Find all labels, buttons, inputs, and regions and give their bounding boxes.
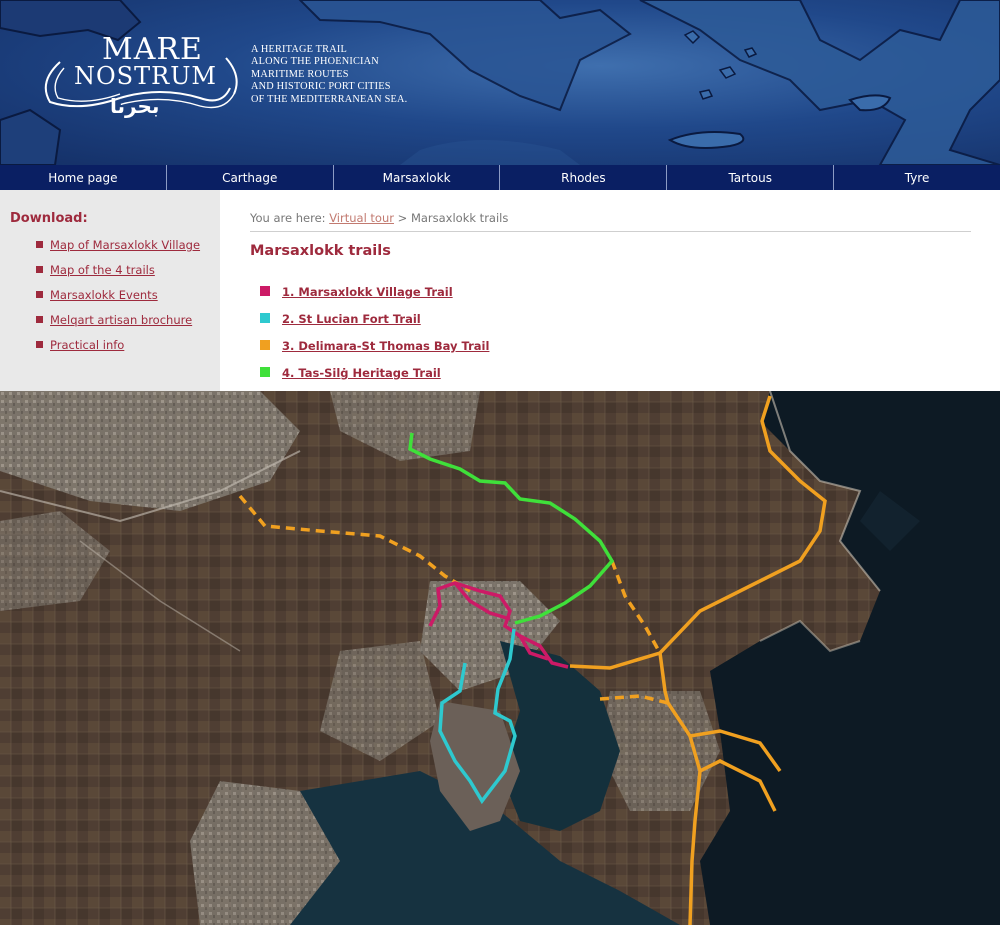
trail-link-delimara[interactable]: 3. Delimara-St Thomas Bay Trail [282, 339, 489, 353]
bullet-square-icon [36, 341, 43, 348]
download-link-events[interactable]: Marsaxlokk Events [50, 288, 158, 302]
nav-item-rhodes[interactable]: Rhodes [500, 165, 668, 190]
download-list: Map of Marsaxlokk Village Map of the 4 t… [36, 238, 200, 363]
mare-nostrum-logo[interactable]: MARE NOSTRUM بحرنا [38, 32, 243, 127]
breadcrumb-current: Marsaxlokk trails [410, 211, 509, 225]
trail-item: 1. Marsaxlokk Village Trail [260, 285, 489, 312]
download-item: Map of the 4 trails [36, 263, 200, 288]
tagline-line: OF THE MEDITERRANEAN SEA. [251, 93, 408, 105]
breadcrumb-prefix: You are here: [250, 211, 330, 225]
satellite-trail-map[interactable] [0, 391, 1000, 925]
download-link-practical-info[interactable]: Practical info [50, 338, 124, 352]
logo-text-arabic: بحرنا [110, 94, 160, 118]
download-link-trails-map[interactable]: Map of the 4 trails [50, 263, 155, 277]
trail-list: 1. Marsaxlokk Village Trail 2. St Lucian… [260, 285, 489, 393]
trail-link-tas-silg[interactable]: 4. Tas-Silġ Heritage Trail [282, 366, 441, 380]
bullet-square-icon [36, 291, 43, 298]
download-item: Melqart artisan brochure [36, 313, 200, 338]
trail-color-square-icon [260, 340, 270, 350]
breadcrumb-link-virtual-tour[interactable]: Virtual tour [329, 211, 394, 225]
nav-item-tyre[interactable]: Tyre [834, 165, 1000, 190]
download-item: Marsaxlokk Events [36, 288, 200, 313]
tagline-line: MARITIME ROUTES [251, 68, 349, 80]
trail-color-square-icon [260, 367, 270, 377]
bullet-square-icon [36, 316, 43, 323]
trail-item: 3. Delimara-St Thomas Bay Trail [260, 339, 489, 366]
nav-item-carthage[interactable]: Carthage [167, 165, 334, 190]
trail-link-st-lucian-fort[interactable]: 2. St Lucian Fort Trail [282, 312, 421, 326]
download-link-village-map[interactable]: Map of Marsaxlokk Village [50, 238, 200, 252]
trail-color-square-icon [260, 286, 270, 296]
breadcrumb: You are here: Virtual tour > Marsaxlokk … [250, 211, 971, 232]
download-item: Practical info [36, 338, 200, 363]
nav-item-tartous[interactable]: Tartous [667, 165, 835, 190]
main-content: You are here: Virtual tour > Marsaxlokk … [250, 190, 972, 391]
download-item: Map of Marsaxlokk Village [36, 238, 200, 263]
tagline-line: ALONG THE PHOENICIAN [251, 56, 379, 68]
site-header: MARE NOSTRUM بحرنا A HERITAGE TRAIL ALON… [0, 0, 1000, 165]
nav-item-home[interactable]: Home page [0, 165, 167, 190]
trail-color-square-icon [260, 313, 270, 323]
download-link-melqart-brochure[interactable]: Melqart artisan brochure [50, 313, 192, 327]
satellite-map-graphic [0, 391, 1000, 925]
header-tagline: A HERITAGE TRAIL ALONG THE PHOENICIAN MA… [251, 44, 421, 106]
tagline-line: A HERITAGE TRAIL [251, 44, 347, 55]
trail-item: 2. St Lucian Fort Trail [260, 312, 489, 339]
trail-link-village[interactable]: 1. Marsaxlokk Village Trail [282, 285, 453, 299]
trail-item: 4. Tas-Silġ Heritage Trail [260, 366, 489, 393]
main-navigation: Home page Carthage Marsaxlokk Rhodes Tar… [0, 165, 1000, 190]
download-sidebar: Download: Map of Marsaxlokk Village Map … [0, 190, 220, 391]
bullet-square-icon [36, 241, 43, 248]
tagline-line: AND HISTORIC PORT CITIES [251, 81, 391, 93]
nav-item-marsaxlokk[interactable]: Marsaxlokk [334, 165, 501, 190]
page-title: Marsaxlokk trails [250, 243, 391, 259]
bullet-square-icon [36, 266, 43, 273]
download-heading: Download: [10, 211, 88, 226]
breadcrumb-separator: > [393, 211, 411, 225]
